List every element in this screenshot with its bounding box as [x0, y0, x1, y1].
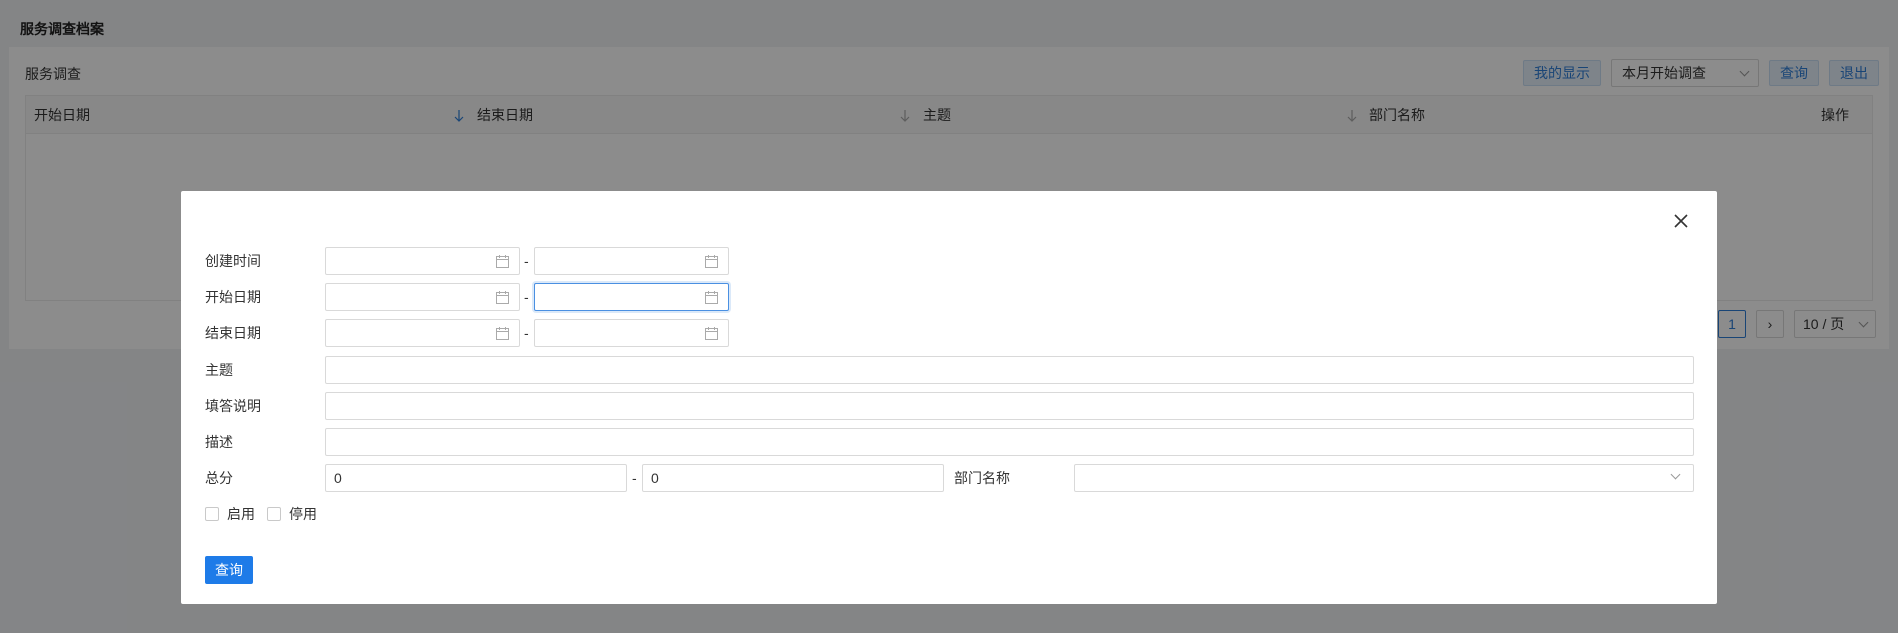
start-date-label: 开始日期 — [205, 289, 261, 305]
disabled-checkbox[interactable] — [267, 507, 281, 521]
enabled-checkbox-label[interactable]: 启用 — [227, 504, 255, 524]
start-date-to-picker[interactable] — [534, 283, 729, 311]
end-date-to-picker[interactable] — [534, 319, 729, 347]
end-date-label: 结束日期 — [205, 325, 261, 341]
range-separator: - — [524, 325, 529, 341]
subject-input[interactable] — [325, 356, 1694, 384]
enabled-checkbox[interactable] — [205, 507, 219, 521]
description-label: 描述 — [205, 434, 233, 450]
created-time-label: 创建时间 — [205, 253, 261, 269]
calendar-icon — [496, 327, 509, 340]
end-date-from-picker[interactable] — [325, 319, 520, 347]
range-separator: - — [524, 253, 529, 269]
close-icon[interactable] — [1670, 210, 1692, 232]
range-separator: - — [632, 470, 637, 486]
calendar-icon — [705, 291, 718, 304]
description-input[interactable] — [325, 428, 1694, 456]
chevron-down-icon — [1670, 469, 1681, 480]
department-label: 部门名称 — [954, 470, 1010, 486]
created-time-end-picker[interactable] — [534, 247, 729, 275]
query-button[interactable]: 查询 — [205, 556, 253, 584]
subject-label: 主题 — [205, 362, 233, 378]
range-separator: - — [524, 289, 529, 305]
department-select[interactable] — [1074, 464, 1694, 492]
calendar-icon — [496, 255, 509, 268]
search-dialog: 创建时间 - 开始日期 - 结束日期 - 主题 填答说明 描述 总分 0 - 0… — [181, 191, 1717, 604]
start-date-from-picker[interactable] — [325, 283, 520, 311]
calendar-icon — [496, 291, 509, 304]
fill-instructions-input[interactable] — [325, 392, 1694, 420]
fill-instructions-label: 填答说明 — [205, 398, 261, 414]
calendar-icon — [705, 327, 718, 340]
total-score-label: 总分 — [205, 470, 233, 486]
status-checkboxes: 启用 停用 — [205, 504, 329, 524]
disabled-checkbox-label[interactable]: 停用 — [289, 504, 317, 524]
calendar-icon — [705, 255, 718, 268]
created-time-start-picker[interactable] — [325, 247, 520, 275]
total-score-min-input[interactable]: 0 — [325, 464, 627, 492]
total-score-max-input[interactable]: 0 — [642, 464, 944, 492]
